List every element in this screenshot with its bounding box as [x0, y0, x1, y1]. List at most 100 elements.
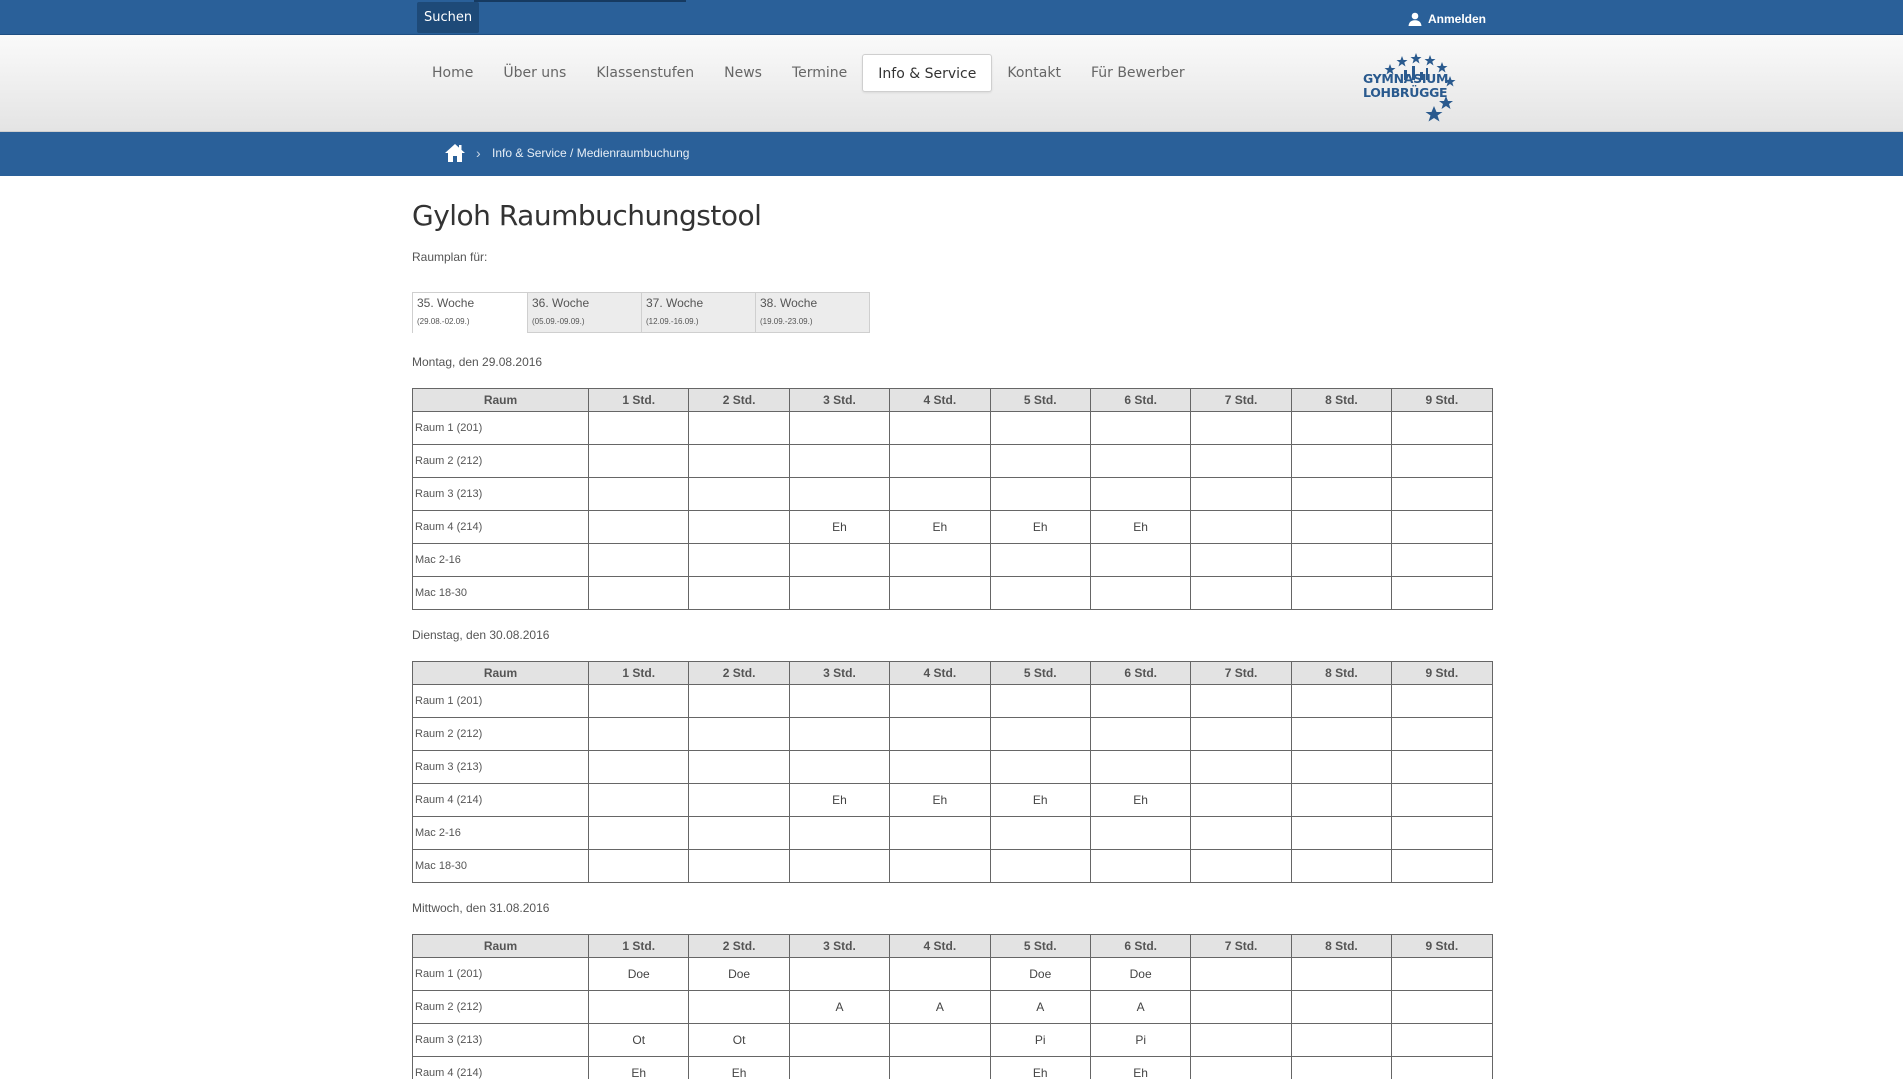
booking-cell[interactable]: Pi: [1089, 1023, 1192, 1057]
booking-cell[interactable]: Eh: [889, 783, 991, 817]
tab-week-35[interactable]: 35. Woche (29.08.-02.09.): [413, 293, 527, 339]
booking-cell[interactable]: [688, 717, 790, 751]
booking-cell[interactable]: [788, 684, 891, 718]
nav-klassenstufen[interactable]: Klassenstufen: [581, 54, 709, 92]
booking-cell[interactable]: [1391, 543, 1493, 577]
booking-cell[interactable]: [587, 849, 690, 883]
booking-cell[interactable]: [1391, 576, 1493, 610]
nav-info-service[interactable]: Info & Service: [862, 54, 993, 92]
booking-cell[interactable]: [1391, 957, 1493, 991]
booking-cell[interactable]: [989, 477, 1091, 511]
booking-cell[interactable]: Eh: [788, 783, 891, 817]
booking-cell[interactable]: [688, 510, 790, 544]
booking-cell[interactable]: Pi: [989, 1023, 1091, 1057]
booking-cell[interactable]: [1391, 849, 1493, 883]
booking-cell[interactable]: [1290, 444, 1393, 478]
booking-cell[interactable]: [688, 816, 790, 850]
booking-cell[interactable]: [688, 444, 790, 478]
booking-cell[interactable]: Doe: [1089, 957, 1192, 991]
booking-cell[interactable]: [788, 1056, 891, 1079]
breadcrumb-path[interactable]: Info & Service / Medienraumbuchung: [492, 145, 689, 161]
booking-cell[interactable]: Eh: [587, 1056, 690, 1079]
booking-cell[interactable]: [1391, 411, 1493, 445]
booking-cell[interactable]: [1290, 684, 1393, 718]
booking-cell[interactable]: [989, 543, 1091, 577]
booking-cell[interactable]: [1089, 717, 1192, 751]
booking-cell[interactable]: [989, 750, 1091, 784]
booking-cell[interactable]: [1089, 543, 1192, 577]
booking-cell[interactable]: Eh: [788, 510, 891, 544]
booking-cell[interactable]: [989, 576, 1091, 610]
school-logo[interactable]: GYMNASIUM LOHBRÜGGE: [1360, 52, 1488, 122]
booking-cell[interactable]: [587, 990, 690, 1024]
booking-cell[interactable]: [989, 816, 1091, 850]
booking-cell[interactable]: [1290, 1056, 1393, 1079]
nav-kontakt[interactable]: Kontakt: [992, 54, 1076, 92]
booking-cell[interactable]: [1089, 576, 1192, 610]
booking-cell[interactable]: [1089, 816, 1192, 850]
booking-cell[interactable]: [1391, 783, 1493, 817]
booking-cell[interactable]: [1391, 1023, 1493, 1057]
booking-cell[interactable]: [989, 411, 1091, 445]
booking-cell[interactable]: [1290, 576, 1393, 610]
home-icon[interactable]: [444, 142, 466, 164]
booking-cell[interactable]: [788, 477, 891, 511]
login-link[interactable]: Anmelden: [1407, 11, 1486, 27]
booking-cell[interactable]: Eh: [1089, 783, 1192, 817]
booking-cell[interactable]: [1089, 849, 1192, 883]
booking-cell[interactable]: [587, 444, 690, 478]
search-button[interactable]: Suchen: [417, 2, 480, 33]
nav-news[interactable]: News: [709, 54, 777, 92]
booking-cell[interactable]: [1190, 1056, 1292, 1079]
booking-cell[interactable]: [688, 684, 790, 718]
booking-cell[interactable]: [788, 411, 891, 445]
booking-cell[interactable]: [1290, 717, 1393, 751]
booking-cell[interactable]: [1290, 750, 1393, 784]
booking-cell[interactable]: [688, 750, 790, 784]
booking-cell[interactable]: [989, 849, 1091, 883]
booking-cell[interactable]: [889, 543, 991, 577]
booking-cell[interactable]: [1190, 990, 1292, 1024]
booking-cell[interactable]: [587, 543, 690, 577]
booking-cell[interactable]: [889, 684, 991, 718]
booking-cell[interactable]: [1290, 411, 1393, 445]
search-input[interactable]: [474, 0, 686, 2]
booking-cell[interactable]: [1290, 957, 1393, 991]
booking-cell[interactable]: Eh: [889, 510, 991, 544]
booking-cell[interactable]: [688, 411, 790, 445]
booking-cell[interactable]: [587, 576, 690, 610]
booking-cell[interactable]: [1290, 543, 1393, 577]
booking-cell[interactable]: [788, 957, 891, 991]
booking-cell[interactable]: A: [989, 990, 1091, 1024]
nav-ueber-uns[interactable]: Über uns: [488, 54, 581, 92]
booking-cell[interactable]: [889, 750, 991, 784]
nav-termine[interactable]: Termine: [777, 54, 862, 92]
booking-cell[interactable]: [989, 684, 1091, 718]
booking-cell[interactable]: Doe: [688, 957, 790, 991]
booking-cell[interactable]: [889, 816, 991, 850]
booking-cell[interactable]: [1391, 717, 1493, 751]
booking-cell[interactable]: [1391, 510, 1493, 544]
booking-cell[interactable]: [1089, 477, 1192, 511]
booking-cell[interactable]: Ot: [688, 1023, 790, 1057]
booking-cell[interactable]: [889, 411, 991, 445]
booking-cell[interactable]: [788, 750, 891, 784]
booking-cell[interactable]: [1290, 1023, 1393, 1057]
booking-cell[interactable]: [1190, 477, 1292, 511]
booking-cell[interactable]: Doe: [989, 957, 1091, 991]
booking-cell[interactable]: [688, 576, 790, 610]
booking-cell[interactable]: [587, 411, 690, 445]
nav-home[interactable]: Home: [417, 54, 488, 92]
booking-cell[interactable]: [889, 717, 991, 751]
booking-cell[interactable]: [688, 543, 790, 577]
nav-fuer-bewerber[interactable]: Für Bewerber: [1076, 54, 1200, 92]
booking-cell[interactable]: [1391, 990, 1493, 1024]
booking-cell[interactable]: [1190, 411, 1292, 445]
booking-cell[interactable]: [788, 444, 891, 478]
booking-cell[interactable]: [688, 783, 790, 817]
booking-cell[interactable]: [788, 849, 891, 883]
booking-cell[interactable]: [1190, 957, 1292, 991]
booking-cell[interactable]: [1290, 783, 1393, 817]
booking-cell[interactable]: [1290, 510, 1393, 544]
booking-cell[interactable]: [1190, 849, 1292, 883]
